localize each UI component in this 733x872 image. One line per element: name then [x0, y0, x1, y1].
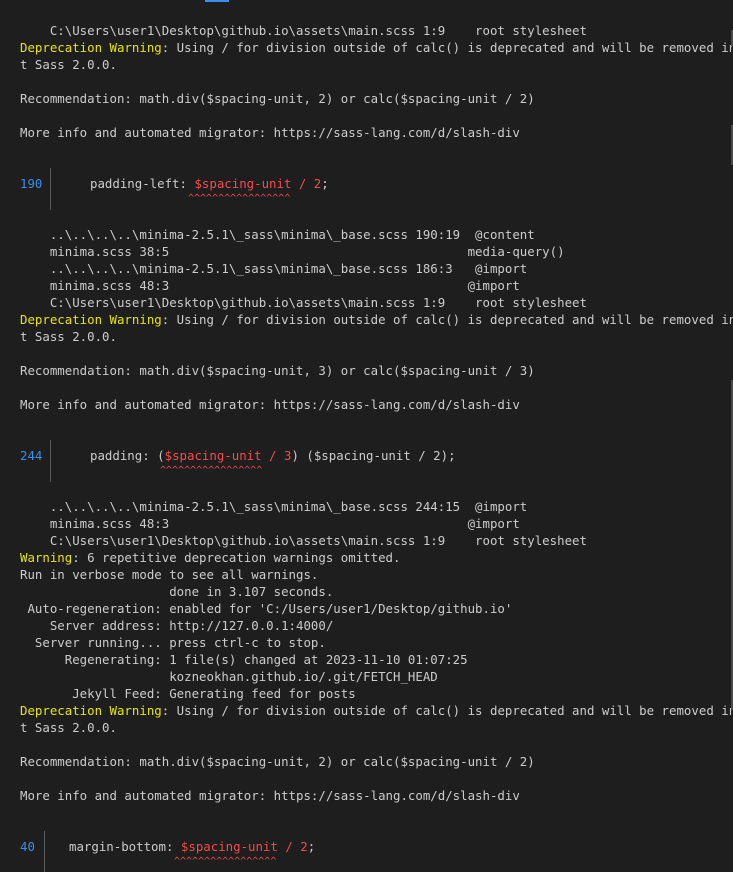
warning-message: : Using / for division outside of calc()… — [161, 703, 733, 718]
code-text: padding-left: — [90, 176, 195, 191]
code-error-span: $spacing-unit / 2 — [194, 176, 322, 191]
code-text: ; — [321, 176, 329, 191]
stack-trace-line: ..\..\..\..\minima-2.5.1\_sass\minima\_b… — [20, 261, 528, 276]
error-caret-marker: ^^^^^^^^^^^^^^^^^ — [160, 465, 263, 476]
terminal-line: t Sass 2.0.0. — [20, 329, 117, 344]
stack-trace-line: C:\Users\user1\Desktop\github.io\assets\… — [20, 533, 587, 548]
source-line-number: 244 — [20, 448, 43, 463]
warning-label: Deprecation Warning — [20, 703, 162, 718]
code-text: margin-bottom: — [69, 839, 181, 854]
code-error-span: $spacing-unit / 3 — [164, 448, 292, 463]
warning-line: Warning: 6 repetitive deprecation warnin… — [20, 549, 400, 566]
deprecation-warning-line: Deprecation Warning: Using / for divisio… — [20, 39, 733, 56]
gutter-bar — [44, 831, 45, 872]
stack-trace-line: minima.scss 48:3 @import — [20, 516, 520, 531]
warning-message: : 6 repetitive deprecation warnings omit… — [72, 550, 401, 565]
warning-message: : Using / for division outside of calc()… — [161, 312, 733, 327]
warning-label: Deprecation Warning — [20, 40, 162, 55]
terminal-line: kozneokhan.github.io/.git/FETCH_HEAD — [20, 669, 438, 684]
terminal-line: t Sass 2.0.0. — [20, 720, 117, 735]
gutter-bar — [50, 168, 51, 210]
terminal-line: Run in verbose mode to see all warnings. — [20, 567, 319, 582]
code-text: ) ($spacing-unit / 2); — [291, 448, 456, 463]
more-info-line: More info and automated migrator: https:… — [20, 397, 520, 412]
more-info-line: More info and automated migrator: https:… — [20, 788, 520, 803]
code-error-span: $spacing-unit / 2 — [180, 839, 308, 854]
recommendation-line: Recommendation: math.div($spacing-unit, … — [20, 91, 535, 106]
recommendation-line: Recommendation: math.div($spacing-unit, … — [20, 363, 535, 378]
source-line-number: 190 — [20, 176, 43, 191]
warning-label: Warning — [20, 550, 73, 565]
terminal-line: Auto-regeneration: enabled for 'C:/Users… — [20, 601, 513, 616]
code-text: padding: ( — [90, 448, 165, 463]
recommendation-line: Recommendation: math.div($spacing-unit, … — [20, 754, 535, 769]
terminal-line: Server running... press ctrl-c to stop. — [20, 635, 326, 650]
code-text: ; — [307, 839, 316, 854]
gutter-bar — [50, 440, 51, 482]
deprecation-warning-line: Deprecation Warning: Using / for divisio… — [20, 311, 733, 328]
source-code-line: padding: ($spacing-unit / 3) ($spacing-u… — [90, 447, 456, 464]
terminal-output[interactable]: C:\Users\user1\Desktop\github.io\assets\… — [0, 0, 733, 872]
error-caret-marker: ^^^^^^^^^^^^^^^^^ — [188, 193, 291, 204]
terminal-line: Regenerating: 1 file(s) changed at 2023-… — [20, 652, 468, 667]
source-line-number: 40 — [20, 839, 35, 854]
more-info-line: More info and automated migrator: https:… — [20, 125, 520, 140]
error-caret-marker: ^^^^^^^^^^^^^^^^^ — [174, 856, 277, 867]
stack-trace-line: minima.scss 48:3 @import — [20, 278, 520, 293]
terminal-line: t Sass 2.0.0. — [20, 57, 117, 72]
terminal-line: Jekyll Feed: Generating feed for posts — [20, 686, 356, 701]
stack-trace-line: ..\..\..\..\minima-2.5.1\_sass\minima\_b… — [20, 227, 535, 242]
warning-message: : Using / for division outside of calc()… — [161, 40, 733, 55]
warning-label: Deprecation Warning — [20, 312, 162, 327]
terminal-line: done in 3.107 seconds. — [20, 584, 334, 599]
deprecation-warning-line: Deprecation Warning: Using / for divisio… — [20, 702, 733, 719]
server-address-line: Server address: http://127.0.0.1:4000/ — [20, 618, 334, 633]
stack-trace-line: minima.scss 38:5 media-query() — [20, 244, 565, 259]
stack-trace-line: ..\..\..\..\minima-2.5.1\_sass\minima\_b… — [20, 499, 528, 514]
scroll-indicator — [205, 0, 229, 2]
terminal-line: C:\Users\user1\Desktop\github.io\assets\… — [20, 23, 587, 38]
stack-trace-line: C:\Users\user1\Desktop\github.io\assets\… — [20, 295, 587, 310]
